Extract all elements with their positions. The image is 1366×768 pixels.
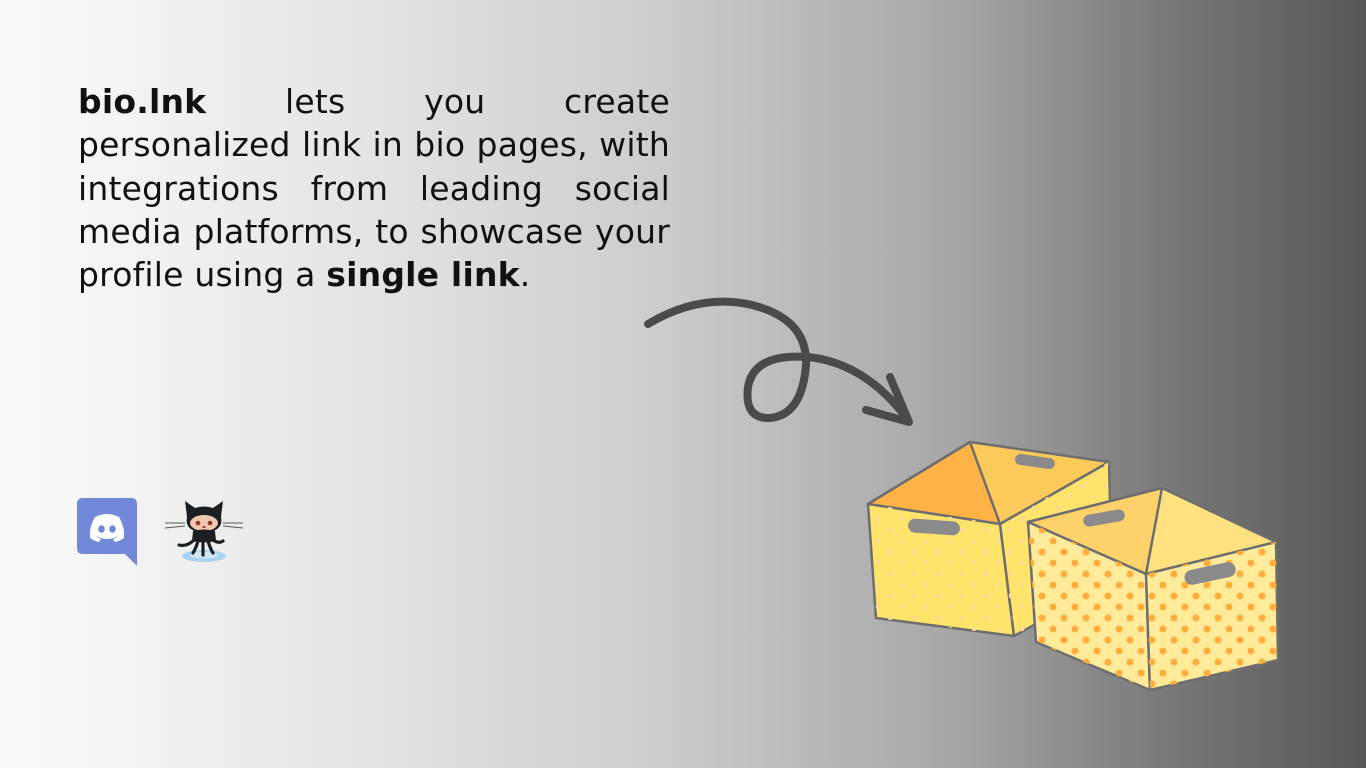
discord-icon[interactable] xyxy=(77,498,137,566)
brand-name: bio.lnk xyxy=(78,82,207,121)
description-end: . xyxy=(519,255,531,295)
single-link-highlight: single link xyxy=(326,255,520,295)
github-octocat-icon[interactable] xyxy=(163,497,245,567)
curly-arrow-icon xyxy=(644,297,913,426)
storage-boxes-illustration xyxy=(866,440,1280,692)
product-description: bio.lnk lets you create personalized lin… xyxy=(78,80,670,296)
